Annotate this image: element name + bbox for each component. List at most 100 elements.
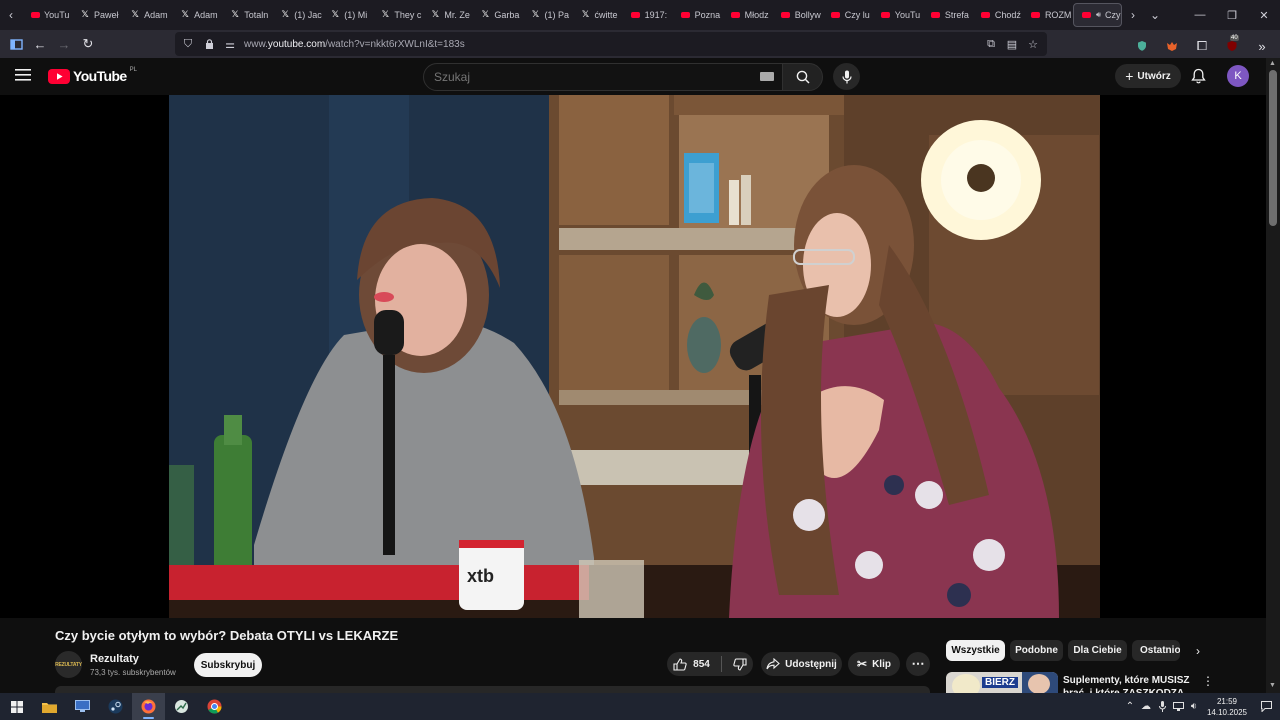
share-button[interactable]: Udostępnij — [761, 652, 842, 676]
site-permissions-icon[interactable]: ⚌ — [222, 36, 238, 52]
close-window-icon[interactable]: ✕ — [1248, 0, 1280, 30]
browser-tab[interactable]: 𝕏 Garba — [472, 0, 522, 30]
tracking-shield-icon[interactable]: ⛉ — [180, 36, 196, 52]
back-icon[interactable]: ← — [28, 32, 52, 56]
browser-tab[interactable]: 𝕏 They c — [372, 0, 422, 30]
browser-tab-active[interactable]: 🔊︎ Czy — [1072, 3, 1123, 27]
recommendation-title[interactable]: Suplementy, które MUSISZ brać, i które Z… — [1063, 674, 1203, 694]
speaker-icon[interactable]: 🔊︎ — [1096, 10, 1101, 20]
chip-scroll-right-icon[interactable]: › — [1188, 641, 1208, 661]
video-player[interactable]: xtb — [0, 95, 1266, 618]
browser-tab[interactable]: 𝕏 Adam — [122, 0, 172, 30]
onedrive-cloud-icon[interactable]: ☁ — [1138, 693, 1154, 720]
guide-menu-icon[interactable] — [15, 68, 33, 84]
network-tool-taskbar-icon[interactable] — [165, 693, 198, 720]
extension-fox-icon[interactable] — [1160, 34, 1184, 58]
volume-icon[interactable]: 🔉︎ — [1186, 693, 1202, 720]
lock-icon[interactable] — [201, 36, 217, 52]
chip-all[interactable]: Wszystkie — [946, 640, 1005, 661]
file-explorer-taskbar-icon[interactable] — [33, 693, 66, 720]
search-button[interactable] — [782, 63, 823, 91]
browser-tab[interactable]: 1917: — [623, 0, 673, 30]
scroll-up-arrow-icon[interactable]: ▲ — [1269, 60, 1276, 67]
url-text[interactable]: www.youtube.com/watch?v=nkkt6rXWLnI&t=18… — [244, 39, 465, 50]
browser-tab[interactable]: 𝕏 Mr. Ze — [422, 0, 472, 30]
page-scrollbar[interactable]: ▲ ▼ — [1266, 58, 1280, 693]
chip-recent[interactable]: Ostatnio — [1132, 640, 1180, 661]
extensions-puzzle-icon[interactable]: ⧠ — [1190, 34, 1214, 58]
browser-tab[interactable]: 𝕏 Totaln — [222, 0, 272, 30]
start-button[interactable] — [0, 693, 33, 720]
voice-search-button[interactable] — [833, 63, 860, 90]
browser-tab[interactable]: 𝕏 Adam — [172, 0, 222, 30]
browser-tab[interactable]: Chodź — [973, 0, 1023, 30]
chrome-taskbar-icon[interactable] — [198, 693, 231, 720]
tray-overflow-chevron-icon[interactable]: ⌃ — [1122, 693, 1138, 720]
clip-button[interactable]: ✂ Klip — [848, 652, 900, 676]
channel-avatar[interactable]: REZULTATY — [55, 651, 82, 678]
forward-icon[interactable]: → — [52, 32, 76, 56]
youtube-favicon-icon — [1082, 10, 1092, 20]
extension-shield-icon[interactable] — [1130, 34, 1154, 58]
reload-icon[interactable]: ↻ — [76, 32, 100, 56]
subscribe-button[interactable]: Subskrybuj — [194, 653, 262, 677]
notifications-tray-icon[interactable] — [1252, 693, 1280, 720]
like-button[interactable]: 854 — [673, 657, 716, 671]
scrollbar-thumb[interactable] — [1269, 70, 1277, 226]
browser-tab[interactable]: Strefa — [923, 0, 973, 30]
sidebar-toggle-icon[interactable] — [4, 32, 28, 56]
share-label: Udostępnij — [785, 658, 837, 670]
tab-label: Paweł — [94, 10, 119, 20]
microphone-tray-icon[interactable] — [1154, 693, 1170, 720]
youtube-favicon-icon — [631, 10, 641, 20]
tab-label: Młodz — [744, 10, 769, 20]
video-frame[interactable]: xtb — [169, 95, 1100, 618]
youtube-logo[interactable]: YouTube PL — [48, 67, 137, 84]
create-button[interactable]: + Utwórz — [1115, 64, 1181, 88]
youtube-favicon-icon — [881, 10, 891, 20]
minimize-icon[interactable]: — — [1184, 0, 1216, 30]
reader-view-icon[interactable]: ▤ — [1004, 36, 1020, 52]
tab-list-dropdown-icon[interactable]: ⌄ — [1144, 0, 1166, 30]
browser-tab[interactable]: 𝕏 (1) Jac — [272, 0, 322, 30]
browser-tab[interactable]: 𝕏 Paweł — [72, 0, 122, 30]
bookmark-star-icon[interactable]: ☆ — [1025, 36, 1041, 52]
picture-in-picture-icon[interactable]: ⧉ — [983, 36, 999, 52]
chip-for-you[interactable]: Dla Ciebie — [1068, 640, 1127, 661]
microphone-icon — [841, 70, 852, 83]
youtube-favicon-icon — [30, 10, 40, 20]
overflow-chevron-icon[interactable]: » — [1250, 34, 1274, 58]
network-icon[interactable] — [1170, 693, 1186, 720]
browser-tab[interactable]: YouTu — [22, 0, 72, 30]
browser-tab[interactable]: ROZM — [1023, 0, 1073, 30]
browser-tab[interactable]: 𝕏 (1) Mi — [322, 0, 372, 30]
steam-taskbar-icon[interactable] — [99, 693, 132, 720]
browser-tab[interactable]: YouTu — [873, 0, 923, 30]
address-bar[interactable]: ⛉ ⚌ www.youtube.com/watch?v=nkkt6rXWLnI&… — [175, 32, 1047, 56]
browser-tab[interactable]: 𝕏ćwitte — [573, 0, 623, 30]
firefox-taskbar-icon[interactable] — [132, 693, 165, 720]
ublock-extension-icon[interactable]: 40 — [1220, 34, 1244, 58]
search-input[interactable] — [434, 70, 734, 84]
recommendation-thumbnail[interactable]: BIERZ — [946, 672, 1058, 694]
browser-tab[interactable]: Pozna — [673, 0, 723, 30]
channel-name[interactable]: Rezultaty — [90, 653, 139, 665]
browser-tab[interactable]: Młodz — [723, 0, 773, 30]
account-avatar[interactable]: K — [1227, 65, 1249, 87]
extension-badge: 40 — [1230, 35, 1239, 41]
restore-icon[interactable]: ❐ — [1216, 0, 1248, 30]
dislike-button[interactable] — [727, 657, 747, 671]
browser-tab[interactable]: Czy lu — [823, 0, 873, 30]
more-actions-button[interactable]: ⋯ — [906, 652, 930, 676]
tab-scroll-left-icon[interactable]: ‹ — [0, 0, 22, 30]
notifications-bell-icon[interactable] — [1191, 68, 1207, 84]
recommendation-menu-icon[interactable]: ⋮ — [1202, 673, 1214, 689]
tab-scroll-right-icon[interactable]: › — [1122, 0, 1144, 30]
browser-tab[interactable]: 𝕏 (1) Pa — [522, 0, 572, 30]
monitor-app-taskbar-icon[interactable] — [66, 693, 99, 720]
virtual-keyboard-icon[interactable] — [760, 72, 774, 81]
taskbar-clock[interactable]: 21:59 14.10.2025 — [1202, 696, 1252, 718]
browser-tab[interactable]: Bollyw — [773, 0, 823, 30]
chip-related[interactable]: Podobne — [1010, 640, 1063, 661]
scroll-down-arrow-icon[interactable]: ▼ — [1269, 682, 1276, 689]
